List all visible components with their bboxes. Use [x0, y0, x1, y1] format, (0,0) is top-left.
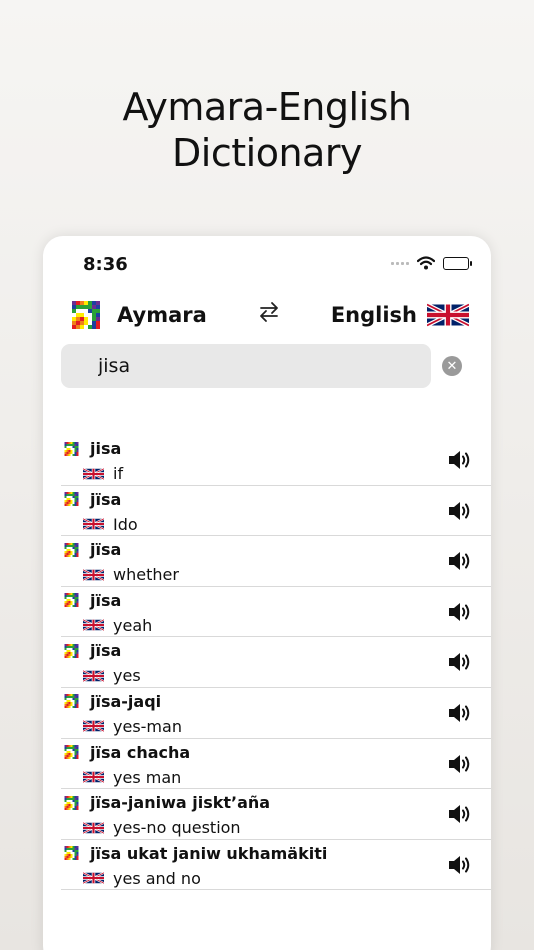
- source-language-button[interactable]: Aymara: [65, 301, 207, 329]
- wiphala-flag-icon: [61, 694, 82, 708]
- result-translation: yes and no: [113, 868, 201, 888]
- wiphala-flag-icon: [61, 644, 82, 658]
- result-target: yes: [83, 666, 141, 685]
- wiphala-flag-icon: [61, 796, 82, 810]
- result-target: yes man: [83, 768, 181, 787]
- result-row[interactable]: jïsa chacha yes man: [61, 739, 491, 790]
- result-row[interactable]: jïsa-janiwa jisktʼaña yes-no question: [61, 789, 491, 840]
- phone-screen: 8:36 Aymara English ✕: [43, 236, 491, 950]
- wiphala-flag-icon: [61, 492, 82, 506]
- language-selector: Aymara English: [65, 300, 469, 330]
- speaker-icon[interactable]: [447, 803, 471, 825]
- result-target: yes and no: [83, 869, 201, 888]
- result-word: jïsa: [90, 489, 122, 509]
- speaker-icon[interactable]: [447, 651, 471, 673]
- search-field: [61, 344, 431, 388]
- uk-flag-icon: [83, 719, 104, 733]
- result-translation: yes: [113, 666, 141, 686]
- result-row[interactable]: jïsa whether: [61, 536, 491, 587]
- clear-search-button[interactable]: ✕: [442, 356, 462, 376]
- result-word: jïsa: [90, 540, 122, 560]
- result-row[interactable]: jïsa yeah: [61, 587, 491, 638]
- signal-dots-icon: [391, 261, 409, 265]
- speaker-icon[interactable]: [447, 601, 471, 623]
- swap-languages-button[interactable]: [257, 300, 281, 331]
- result-target: yeah: [83, 616, 152, 635]
- result-source: jïsa: [61, 591, 121, 610]
- swap-arrows-icon: [259, 301, 278, 322]
- result-source: jïsa ukat janiw ukhamäkiti: [61, 844, 327, 863]
- battery-icon: [443, 256, 472, 270]
- wifi-icon: [417, 256, 435, 270]
- result-target: whether: [83, 565, 179, 584]
- source-language-label: Aymara: [117, 303, 207, 327]
- uk-flag-icon: [83, 517, 104, 531]
- result-target: yes-man: [83, 717, 182, 736]
- result-source: jïsa: [61, 490, 121, 509]
- target-language-label: English: [330, 303, 417, 327]
- result-word: jïsa-janiwa jisktʼaña: [90, 793, 271, 813]
- result-word: jïsa: [90, 641, 122, 661]
- speaker-icon[interactable]: [447, 753, 471, 775]
- result-word: jïsa: [90, 590, 122, 610]
- speaker-icon[interactable]: [447, 702, 471, 724]
- result-source: jïsa chacha: [61, 743, 190, 762]
- speaker-icon[interactable]: [447, 500, 471, 522]
- result-source: jïsa-jaqi: [61, 692, 161, 711]
- result-target: Ido: [83, 515, 138, 534]
- result-translation: yes-no question: [113, 818, 241, 838]
- headline-line-2: Dictionary: [172, 131, 362, 175]
- target-language-button[interactable]: English: [331, 301, 469, 329]
- uk-flag-icon: [83, 568, 104, 582]
- result-translation: yes-man: [113, 716, 182, 736]
- promo-headline: Aymara-English Dictionary: [0, 84, 534, 176]
- wiphala-flag-icon: [61, 745, 82, 759]
- status-time: 8:36: [83, 254, 128, 275]
- result-source: jisa: [61, 439, 121, 458]
- headline-line-1: Aymara-English: [122, 85, 412, 129]
- result-word: jïsa ukat janiw ukhamäkiti: [90, 843, 328, 863]
- result-translation: yes man: [113, 767, 182, 787]
- result-target: if: [83, 464, 123, 483]
- uk-flag-icon: [83, 871, 104, 885]
- result-source: jïsa-janiwa jisktʼaña: [61, 793, 270, 812]
- result-word: jïsa-jaqi: [90, 691, 162, 711]
- uk-flag-icon: [83, 669, 104, 683]
- result-word: jïsa chacha: [90, 742, 191, 762]
- uk-flag-icon: [83, 467, 104, 481]
- uk-flag-icon: [83, 618, 104, 632]
- speaker-icon[interactable]: [447, 550, 471, 572]
- result-source: jïsa: [61, 540, 121, 559]
- result-translation: whether: [113, 565, 179, 585]
- uk-flag-icon: [83, 821, 104, 835]
- wiphala-flag-icon: [61, 846, 82, 860]
- wiphala-flag-icon: [61, 593, 82, 607]
- result-source: jïsa: [61, 641, 121, 660]
- result-row[interactable]: jïsa-jaqi yes-man: [61, 688, 491, 739]
- result-row[interactable]: jïsa yes: [61, 637, 491, 688]
- result-target: yes-no question: [83, 818, 241, 837]
- close-icon: ✕: [446, 358, 458, 373]
- results-list: jisa if jïsa Ido jïsa whether jïsa yeah …: [43, 435, 491, 891]
- result-translation: if: [113, 464, 124, 483]
- result-row[interactable]: jisa if: [61, 435, 491, 486]
- wiphala-flag-icon: [65, 301, 107, 329]
- status-icons: [391, 256, 472, 270]
- wiphala-flag-icon: [61, 543, 82, 557]
- speaker-icon[interactable]: [447, 854, 471, 876]
- result-row[interactable]: jïsa Ido: [61, 486, 491, 537]
- search-input[interactable]: [61, 344, 431, 388]
- result-translation: Ido: [113, 514, 138, 534]
- result-row[interactable]: jïsa ukat janiw ukhamäkiti yes and no: [61, 840, 491, 891]
- result-word: jisa: [90, 439, 122, 458]
- result-translation: yeah: [113, 615, 153, 635]
- wiphala-flag-icon: [61, 442, 82, 456]
- uk-flag-icon: [83, 770, 104, 784]
- speaker-icon[interactable]: [447, 449, 471, 471]
- uk-flag-icon: [427, 301, 469, 329]
